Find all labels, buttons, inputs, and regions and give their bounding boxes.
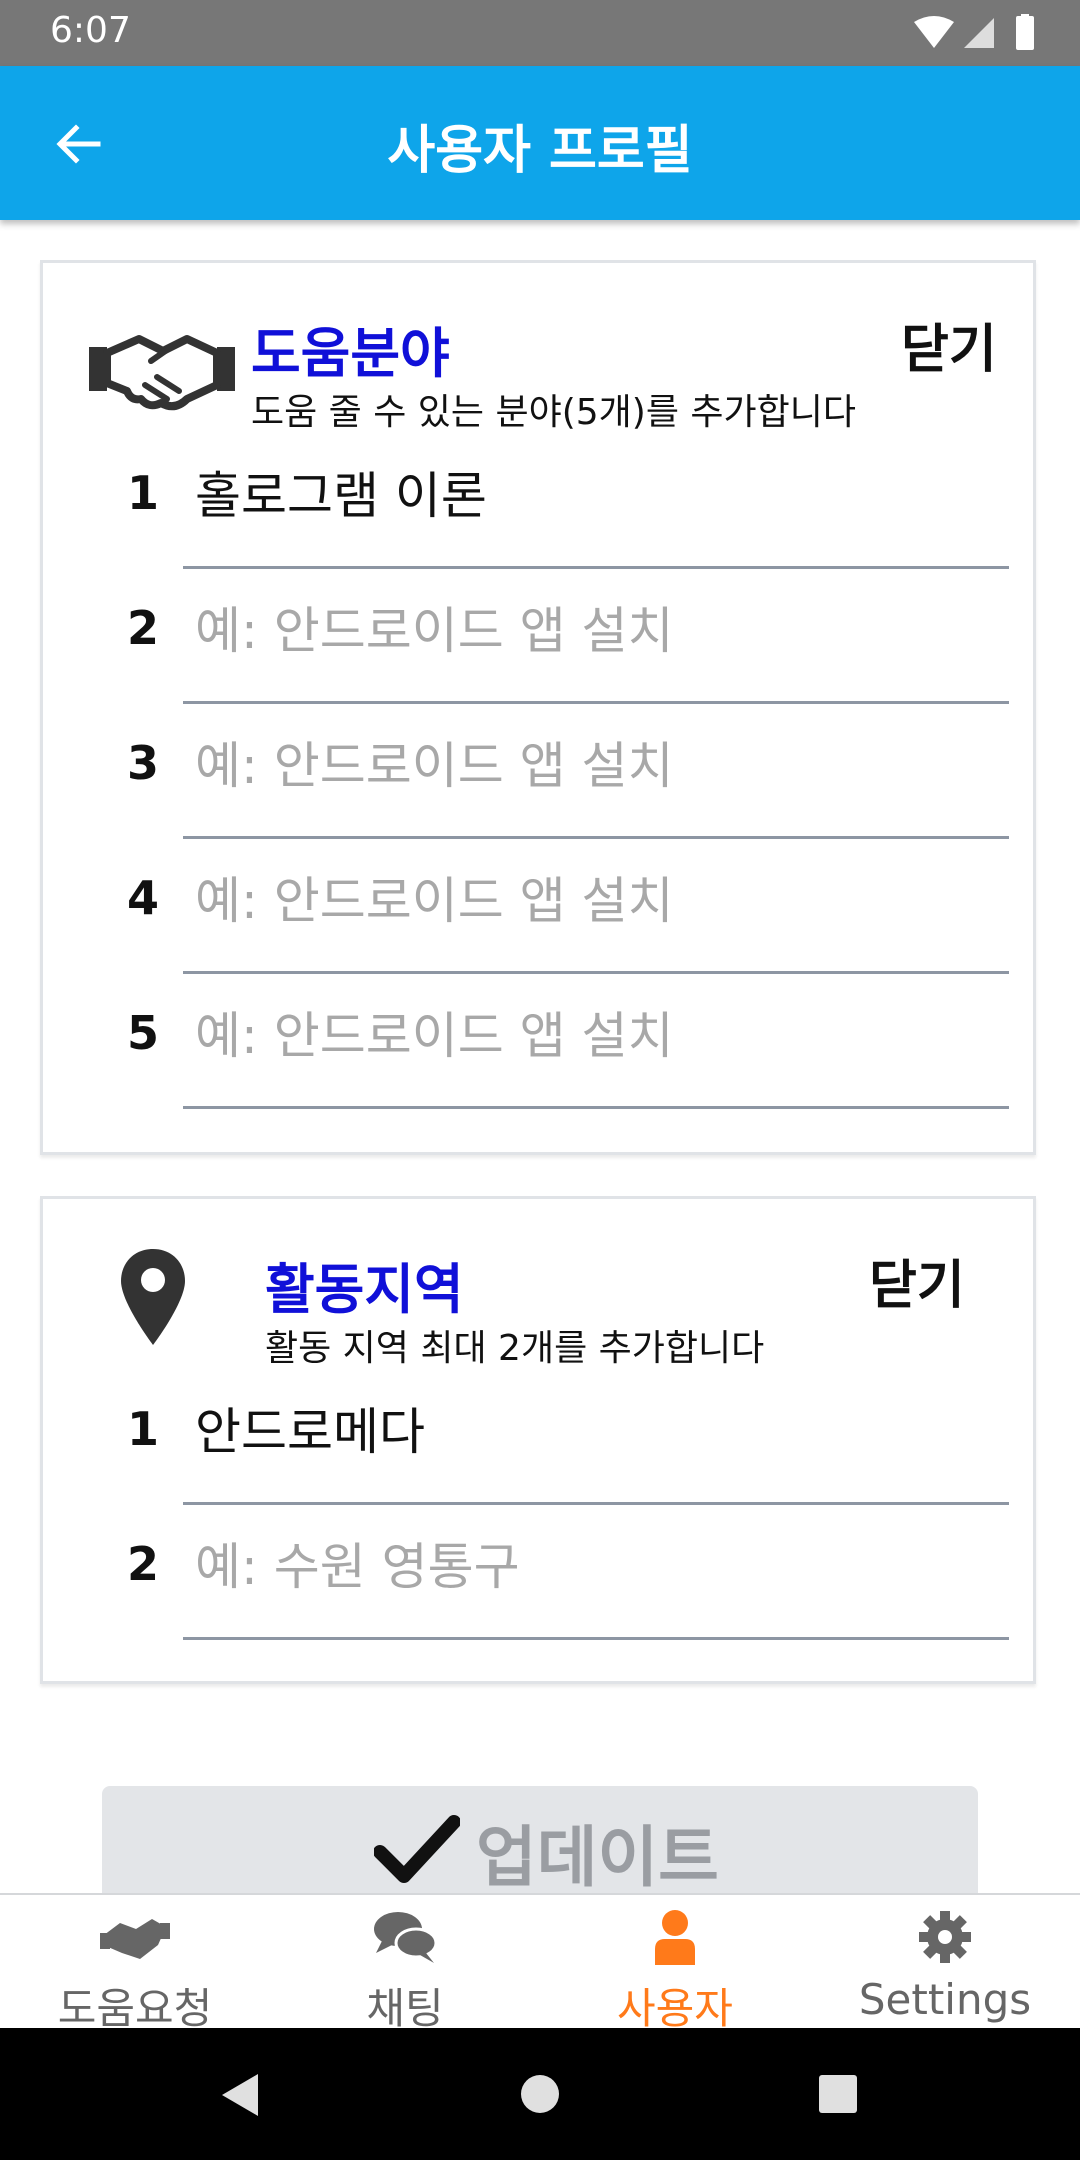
help-area-row-3: 3 예: 안드로이드 앱 설치 — [83, 708, 1013, 843]
help-areas-card: 도움분야 도움 줄 수 있는 분야(5개)를 추가합니다 닫기 1 홀로그램 이… — [40, 260, 1036, 1155]
nav-label: 채팅 — [366, 1984, 444, 2033]
row-number: 3 — [127, 736, 160, 790]
activity-region-subtitle: 활동 지역 최대 2개를 추가합니다 — [265, 1328, 765, 1369]
input-value: 안드로메다 — [195, 1403, 425, 1461]
activity-region-title: 활동지역 — [265, 1258, 464, 1321]
help-areas-title: 도움분야 — [251, 322, 450, 385]
input-value: 홀로그램 이론 — [195, 467, 487, 525]
checkmark-icon — [374, 1815, 460, 1883]
status-time: 6:07 — [50, 10, 131, 51]
input-placeholder: 예: 안드로이드 앱 설치 — [195, 602, 674, 660]
help-area-row-1: 1 홀로그램 이론 — [83, 438, 1013, 573]
input-placeholder: 예: 안드로이드 앱 설치 — [195, 872, 674, 930]
system-nav-bar — [0, 2028, 1080, 2160]
app-bar: 사용자 프로필 — [0, 66, 1080, 220]
nav-item-settings[interactable]: Settings — [810, 1895, 1080, 2030]
handshake-icon — [100, 1919, 170, 1959]
gear-icon — [919, 1911, 971, 1963]
back-triangle-icon[interactable] — [218, 2072, 262, 2118]
help-areas-subtitle: 도움 줄 수 있는 분야(5개)를 추가합니다 — [251, 392, 857, 433]
recents-square-icon[interactable] — [818, 2074, 858, 2114]
location-pin-icon — [121, 1249, 185, 1345]
help-area-input-2[interactable]: 예: 안드로이드 앱 설치 — [183, 573, 1009, 704]
help-area-row-4: 4 예: 안드로이드 앱 설치 — [83, 843, 1013, 978]
user-icon — [655, 1910, 695, 1965]
home-circle-icon[interactable] — [520, 2074, 560, 2114]
activity-region-row-1: 1 안드로메다 — [83, 1374, 1013, 1509]
help-area-input-4[interactable]: 예: 안드로이드 앱 설치 — [183, 843, 1009, 974]
row-number: 5 — [127, 1006, 160, 1060]
help-area-input-5[interactable]: 예: 안드로이드 앱 설치 — [183, 978, 1009, 1109]
nav-item-chat[interactable]: 채팅 — [270, 1895, 540, 2033]
nav-item-user[interactable]: 사용자 — [540, 1895, 810, 2033]
activity-region-close-button[interactable]: 닫기 — [869, 1243, 965, 1318]
bottom-nav: 도움요청 채팅 사용자 Settings — [0, 1893, 1080, 2033]
activity-region-row-2: 2 예: 수원 영통구 — [83, 1509, 1013, 1644]
row-number: 1 — [127, 466, 160, 520]
battery-icon — [1016, 14, 1034, 50]
nav-label: 도움요청 — [57, 1984, 213, 2033]
nav-label: Settings — [858, 1975, 1032, 2024]
help-area-input-1[interactable]: 홀로그램 이론 — [183, 438, 1009, 569]
row-number: 4 — [127, 871, 160, 925]
update-button[interactable]: 업데이트 — [102, 1786, 978, 1906]
activity-region-card: 활동지역 활동 지역 최대 2개를 추가합니다 닫기 1 안드로메다 2 예: … — [40, 1196, 1036, 1684]
activity-region-input-1[interactable]: 안드로메다 — [183, 1374, 1009, 1505]
row-number: 2 — [127, 1537, 160, 1591]
chat-icon — [374, 1912, 438, 1963]
activity-region-input-2[interactable]: 예: 수원 영통구 — [183, 1509, 1009, 1640]
page-title: 사용자 프로필 — [387, 121, 693, 181]
help-area-row-2: 2 예: 안드로이드 앱 설치 — [83, 573, 1013, 708]
nav-label: 사용자 — [617, 1984, 733, 2033]
status-icons — [914, 14, 1034, 50]
help-area-input-3[interactable]: 예: 안드로이드 앱 설치 — [183, 708, 1009, 839]
update-button-label: 업데이트 — [476, 1819, 719, 1896]
status-bar: 6:07 — [0, 0, 1080, 66]
input-placeholder: 예: 수원 영통구 — [195, 1538, 520, 1596]
help-area-row-5: 5 예: 안드로이드 앱 설치 — [83, 978, 1013, 1113]
input-placeholder: 예: 안드로이드 앱 설치 — [195, 737, 674, 795]
row-number: 1 — [127, 1402, 160, 1456]
signal-icon — [964, 18, 994, 48]
nav-item-help-request[interactable]: 도움요청 — [0, 1895, 270, 2033]
wifi-icon — [914, 16, 954, 48]
input-placeholder: 예: 안드로이드 앱 설치 — [195, 1007, 674, 1065]
handshake-icon — [89, 335, 235, 411]
row-number: 2 — [127, 601, 160, 655]
help-areas-close-button[interactable]: 닫기 — [901, 307, 997, 382]
